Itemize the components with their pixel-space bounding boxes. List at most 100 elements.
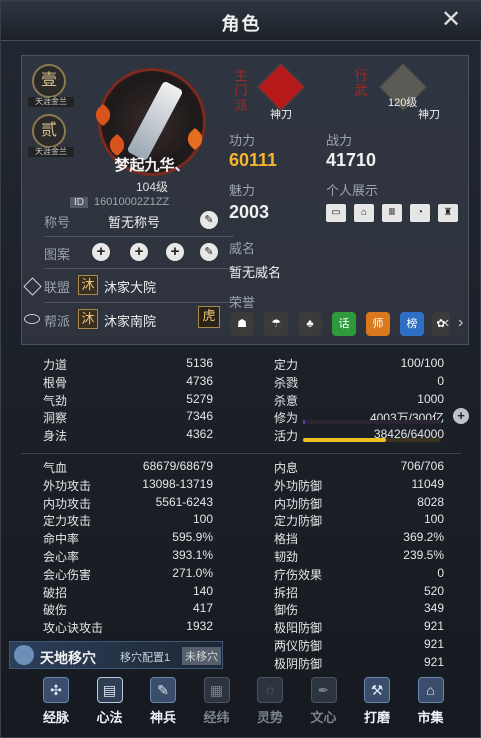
character-name: 梦起九华、 (114, 157, 190, 174)
brush-icon: ✒ (310, 677, 337, 703)
gongli-label: 功力 (229, 133, 256, 148)
title-bar: 角色 ✕ (1, 1, 481, 41)
stat-row: 两仪防御 921 (274, 637, 444, 655)
stat-row: 杀意 1000 (274, 392, 444, 410)
building-icon[interactable]: Ⅲ (382, 204, 402, 222)
stat-label: 破招 (43, 585, 68, 600)
faction-value[interactable]: 沐家南院 (104, 311, 156, 330)
acupoint-status-badge: 未移穴 (182, 647, 221, 665)
stat-value: 5136 (186, 356, 213, 370)
acupoint-panel[interactable]: 天地移穴 移穴配置1 未移穴 (9, 641, 223, 669)
nav-label: 心法 (96, 710, 123, 725)
honor-badge-icon[interactable]: ☗ (230, 312, 254, 336)
stat-row: 定力攻击 100 (43, 512, 213, 530)
honor-badge-icon[interactable]: 师 (366, 312, 390, 336)
stat-value: 5561-6243 (155, 494, 213, 509)
faction-emblem-icon: 沐 (78, 309, 98, 329)
stat-label: 命中率 (43, 532, 80, 547)
stat-value: 0 (437, 373, 444, 388)
character-level: 104级 (135, 180, 169, 194)
stat-value: 100 (423, 512, 444, 527)
edit-title-icon[interactable]: ✎ (200, 211, 218, 229)
title-label: 称号 (44, 215, 71, 230)
stat-label: 外功防御 (274, 478, 323, 493)
stat-row: 会心率 393.1% (43, 548, 213, 566)
stat-value: 271.0% (172, 565, 213, 580)
badge-icon[interactable]: 贰 天涯金兰 (28, 114, 74, 157)
tab-main-school[interactable]: 主门派 (230, 68, 252, 113)
stat-row: 破伤 417 (43, 601, 213, 619)
alliance-icon (23, 277, 42, 296)
tab-walk[interactable]: 行武 (350, 68, 372, 98)
stat-value: 4736 (186, 373, 213, 388)
nav-label: 市集 (417, 710, 444, 725)
nav-brush[interactable]: ✒ 文心 (299, 675, 349, 733)
honor-badge-icon[interactable]: 话 (332, 312, 356, 336)
nav-label: 文心 (310, 710, 337, 725)
stat-row: 拆招 520 (274, 584, 444, 602)
nav-hammer[interactable]: ⚒ 打磨 (352, 675, 402, 733)
stat-label: 御伤 (274, 603, 299, 618)
mask-icon[interactable]: ◔ (410, 204, 430, 222)
stat-label: 拆招 (274, 585, 299, 600)
chevron-right-icon[interactable]: › (458, 314, 463, 332)
stat-row: 定力 100/100 (274, 356, 444, 374)
stat-row: 命中率 595.9% (43, 530, 213, 548)
add-xiuwei-button[interactable]: + (453, 408, 469, 424)
stat-row: 身法 4362 (43, 427, 213, 445)
badge-caption: 天涯金兰 (28, 97, 74, 107)
xiuwei-bar-track (303, 420, 441, 424)
spirit-icon: ◌ (257, 677, 283, 703)
nav-market[interactable]: ⌂ 市集 (406, 675, 456, 733)
house-icon[interactable]: ⌂ (354, 204, 374, 222)
stat-row: 外功攻击 13098-13719 (43, 477, 213, 495)
acupoint-icon (14, 645, 34, 665)
stat-value: 1932 (186, 619, 213, 634)
stat-value: 4362 (186, 427, 213, 442)
stat-value: 5279 (186, 391, 213, 406)
honor-badge-icon[interactable]: ☂ (264, 312, 288, 336)
character-window: 角色 ✕ 壹 天涯金兰 贰 天涯金兰 梦起九华、 104级 ID 1601000… (0, 0, 481, 738)
stat-label: 内功攻击 (43, 496, 92, 511)
nav-meridian[interactable]: ✣ 经脉 (31, 675, 81, 733)
id-value: 16010002Z1ZZ (94, 196, 170, 208)
stat-label: 会心率 (43, 550, 80, 564)
nav-spirit[interactable]: ◌ 灵势 (245, 675, 295, 733)
add-pattern-button[interactable]: + (130, 243, 148, 261)
stat-value: 921 (423, 637, 444, 651)
badge-icon[interactable]: 壹 天涯金兰 (28, 64, 74, 107)
nav-weapon[interactable]: ✎ 神兵 (138, 675, 188, 733)
stat-row: 气劲 5279 (43, 392, 213, 410)
xiuwei-bar (303, 420, 305, 424)
honor-label: 荣誉 (229, 295, 256, 310)
outfit-icon[interactable]: ♜ (438, 204, 458, 222)
stat-label: 气劲 (43, 393, 68, 408)
tiger-icon[interactable]: 虎 (198, 306, 220, 328)
stat-label: 力道 (43, 358, 68, 372)
nav-label: 经脉 (42, 710, 69, 725)
stat-label: 定力防御 (274, 514, 323, 529)
honor-badge-icon[interactable]: 榜 (400, 312, 424, 336)
honor-badge-icon[interactable]: ♣ (298, 312, 322, 336)
add-pattern-button[interactable]: + (92, 243, 110, 261)
window-title: 角色 (221, 14, 262, 34)
stat-row: 外功防御 11049 (274, 477, 444, 495)
card-icon[interactable]: ▭ (326, 204, 346, 222)
add-pattern-button[interactable]: + (166, 243, 184, 261)
stat-row: 极阴防御 921 (274, 655, 444, 673)
stat-row: 会心伤害 271.0% (43, 566, 213, 584)
close-icon[interactable]: ✕ (438, 7, 464, 33)
nav-book[interactable]: ▤ 心法 (85, 675, 135, 733)
alliance-value[interactable]: 沐家大院 (104, 277, 156, 296)
stat-row: 韧劲 239.5% (274, 548, 444, 566)
stat-row: 洞察 7346 (43, 409, 213, 427)
chevron-left-icon[interactable]: ‹ (444, 314, 449, 332)
stat-value: 595.9% (172, 530, 213, 545)
stat-value: 239.5% (403, 548, 444, 562)
stat-label: 格挡 (274, 532, 299, 547)
edit-pattern-icon[interactable]: ✎ (200, 243, 218, 261)
stat-row: 攻心诀攻击 1932 (43, 619, 213, 637)
zhanli-value: 41710 (326, 150, 377, 170)
shendao-school-icon[interactable] (256, 62, 306, 112)
nav-grid[interactable]: ▦ 经纬 (192, 675, 242, 733)
